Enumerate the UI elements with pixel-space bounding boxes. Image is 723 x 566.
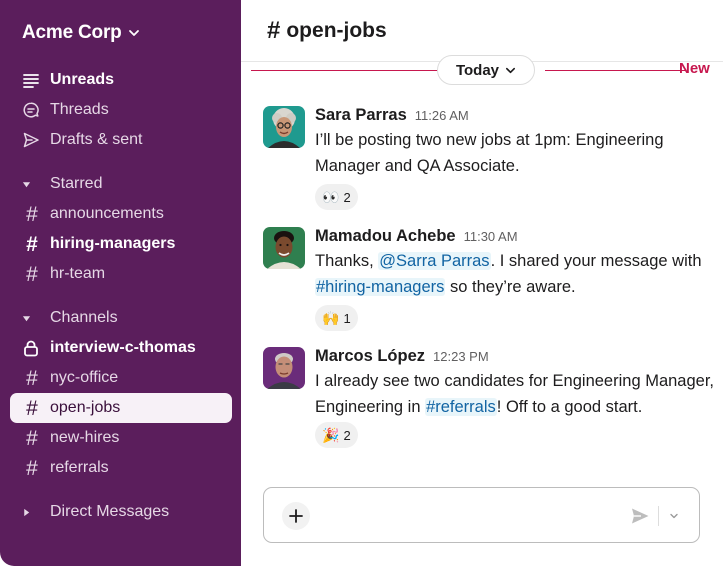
sidebar-item-label: Threads [50,101,109,118]
message-time[interactable]: 11:30 AM [464,229,518,244]
workspace-name: Acme Corp [22,22,122,43]
send-icon [632,508,649,524]
sidebar-item-label: Drafts & sent [50,131,143,148]
eyes-emoji-icon: 👀 [322,189,340,205]
avatar[interactable] [263,106,305,148]
channel-view: # open-jobs Today New Sara Parras 11:26 … [241,0,723,566]
channel-label: hr-team [50,265,106,282]
section-starred[interactable]: Starred [10,169,232,199]
chevron-down-icon [670,513,678,519]
workspace-switcher[interactable]: Acme Corp [22,20,140,46]
caret-down-icon [22,315,31,321]
hash-icon: # [26,262,38,286]
channel-label: interview-c-thomas [50,339,196,356]
message-author[interactable]: Mamadou Achebe [315,227,456,246]
section-direct-messages[interactable]: Direct Messages [10,497,232,527]
reaction-count: 2 [343,189,351,205]
sidebar-item-drafts-sent[interactable]: Drafts & sent [10,125,232,155]
message-text: I’ll be posting two new jobs at 1pm: Eng… [315,131,664,175]
chevron-down-icon [506,67,516,73]
hash-icon: # [26,396,38,420]
sidebar-item-label: Unreads [50,71,115,88]
channel-label: announcements [50,205,164,222]
send-button[interactable] [628,504,652,528]
sidebar-item-new-hires[interactable]: # new-hires [10,423,232,453]
message-text-part: Thanks, [315,252,379,270]
new-label: New [679,60,710,77]
sidebar-item-referrals[interactable]: # referrals [10,453,232,483]
section-channels[interactable]: Channels [10,303,232,333]
date-jump-button[interactable]: Today [437,55,535,85]
message-text-part: ! Off to a good start. [496,397,643,416]
hash-icon: # [26,366,38,390]
channel-label: referrals [50,459,109,476]
hash-icon: # [26,232,38,256]
avatar[interactable] [263,347,305,389]
section-label: Direct Messages [50,503,170,520]
message-composer[interactable] [263,487,700,543]
sidebar-item-interview-c-thomas[interactable]: interview-c-thomas [10,333,232,363]
hash-icon: # [26,456,38,480]
sidebar-item-threads[interactable]: Threads [10,95,232,125]
sidebar-item-open-jobs[interactable]: # open-jobs [10,393,232,423]
sidebar-item-hiring-managers[interactable]: # hiring-managers [10,229,232,259]
message-author[interactable]: Sara Parras [315,106,407,125]
channel-label: open-jobs [50,399,121,416]
reaction[interactable]: 🎉 2 [315,422,358,448]
section-label: Starred [50,175,103,192]
divider-line [545,70,685,71]
raised-hands-emoji-icon: 🙌 [322,310,340,326]
sidebar-item-unreads[interactable]: Unreads [10,65,232,95]
unreads-icon [23,74,39,88]
channel-mention-link[interactable]: #hiring-managers [315,277,446,296]
channel-label: new-hires [50,429,120,446]
reaction-count: 1 [343,310,351,326]
lock-icon [24,340,38,357]
channel-title: open-jobs [286,18,387,42]
section-label: Channels [50,309,118,326]
message-text: I already see two candidates for Enginee… [315,369,715,420]
attach-button[interactable] [282,502,310,530]
reaction-count: 2 [343,427,351,443]
sidebar-item-announcements[interactable]: # announcements [10,199,232,229]
chevron-down-icon [128,30,139,36]
caret-down-icon [22,181,31,187]
threads-icon [23,102,39,118]
sidebar-item-nyc-office[interactable]: # nyc-office [10,363,232,393]
reaction[interactable]: 👀 2 [315,184,358,210]
divider-line [251,70,441,71]
channel-label: nyc-office [50,369,119,386]
hash-icon: # [26,426,38,450]
message-time[interactable]: 12:23 PM [433,349,489,364]
message-author[interactable]: Marcos López [315,347,425,366]
channel-mention-link[interactable]: #referrals [425,397,497,416]
avatar[interactable] [263,227,305,269]
message-text: Thanks, @Sarra Parras. I shared your mes… [315,249,715,300]
user-mention-link[interactable]: @Sarra Parras [378,252,491,270]
sidebar: Acme Corp Unreads Threads Drafts & sent … [0,0,241,566]
plus-icon [289,509,303,523]
channel-header[interactable]: # open-jobs [241,0,723,62]
caret-right-icon [24,508,30,516]
send-separator [658,506,659,526]
sidebar-item-hr-team[interactable]: # hr-team [10,259,232,289]
hash-icon: # [26,202,38,226]
message-text-part: so they’re aware. [445,277,576,296]
send-options-button[interactable] [664,506,684,526]
party-popper-emoji-icon: 🎉 [322,427,340,443]
send-icon [23,132,39,148]
message-time[interactable]: 11:26 AM [415,108,469,123]
channel-label: hiring-managers [50,235,176,252]
date-label: Today [455,61,500,79]
reaction[interactable]: 🙌 1 [315,305,358,331]
hash-icon: # [267,16,281,44]
message-text-part: . I shared your message with [490,252,702,270]
